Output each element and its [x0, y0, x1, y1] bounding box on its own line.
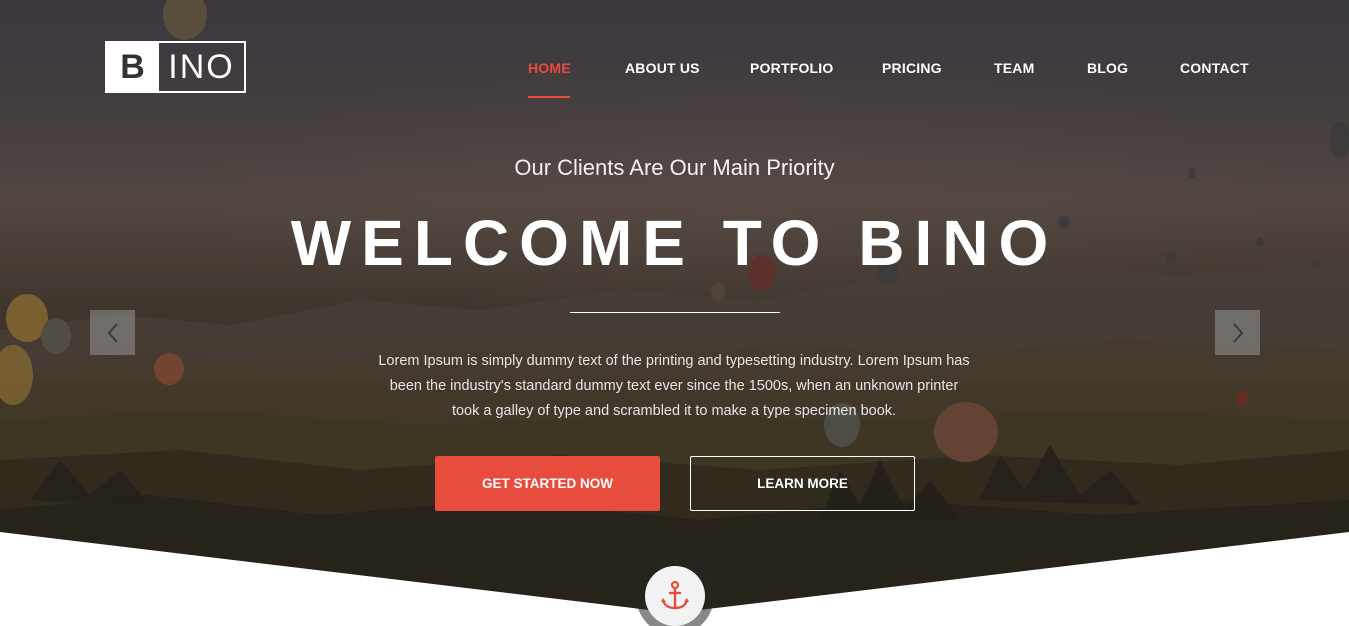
- hero-description: Lorem Ipsum is simply dummy text of the …: [378, 353, 970, 419]
- title-divider: [570, 312, 780, 313]
- anchor-badge: [645, 566, 705, 626]
- nav-item-team[interactable]: TEAM: [994, 60, 1034, 76]
- scroll-down-badge[interactable]: [636, 557, 714, 626]
- anchor-icon: [661, 580, 689, 610]
- nav-item-pricing[interactable]: PRICING: [882, 60, 942, 76]
- nav-active-indicator: [528, 96, 570, 98]
- chevron-right-icon: [1232, 322, 1243, 343]
- site-logo[interactable]: B INO: [105, 41, 246, 93]
- nav-item-blog[interactable]: BLOG: [1087, 60, 1128, 76]
- nav-item-about-us[interactable]: ABOUT US: [625, 60, 700, 76]
- slider-prev-button[interactable]: [90, 310, 135, 355]
- section-divider-wedge: [0, 532, 1349, 626]
- hero-title: WELCOME TO BINO: [290, 207, 1059, 279]
- hero-section: B INO HOME ABOUT US PORTFOLIO PRICING TE…: [0, 0, 1349, 626]
- chevron-left-icon: [107, 322, 118, 343]
- logo-text: INO: [168, 47, 235, 86]
- logo-letter: B: [107, 43, 159, 91]
- slider-next-button[interactable]: [1215, 310, 1260, 355]
- nav-item-contact[interactable]: CONTACT: [1180, 60, 1249, 76]
- nav-item-portfolio[interactable]: PORTFOLIO: [750, 60, 833, 76]
- learn-more-button[interactable]: LEARN MORE: [690, 456, 915, 511]
- get-started-button[interactable]: GET STARTED NOW: [435, 456, 660, 511]
- hero-subtitle: Our Clients Are Our Main Priority: [514, 155, 835, 180]
- nav-item-home[interactable]: HOME: [528, 60, 571, 76]
